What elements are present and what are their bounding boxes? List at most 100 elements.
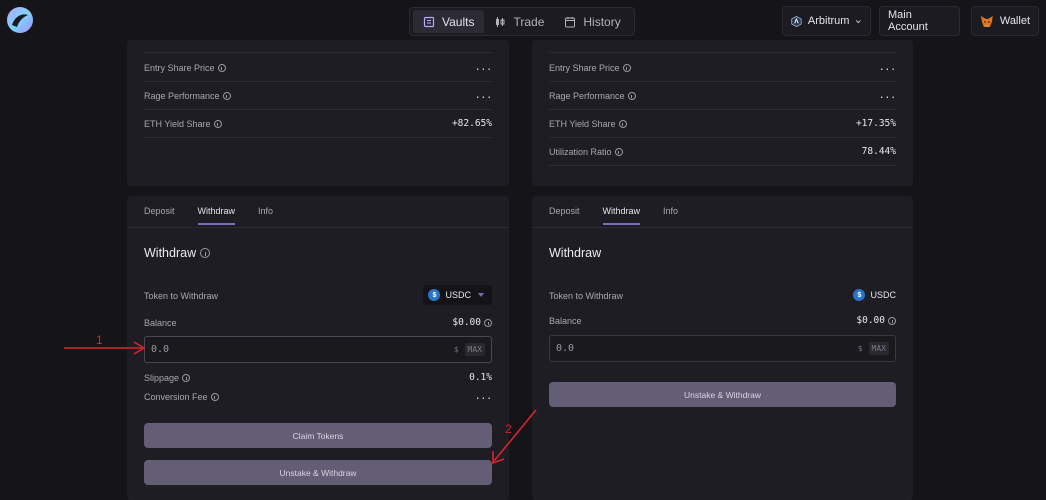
stat-label-text: ETH Yield Share <box>144 118 211 129</box>
balance-value: $0.00 <box>856 315 896 326</box>
nav-trade[interactable]: Trade <box>484 10 554 33</box>
tab-bar: Deposit Withdraw Info <box>144 196 273 226</box>
balance-label: Balance <box>144 318 177 328</box>
info-icon[interactable] <box>222 91 231 100</box>
stat-label: Rage Performance <box>549 91 636 101</box>
balance-amount: $0.00 <box>856 315 885 326</box>
stat-row: ETH Yield Share +17.35% <box>549 110 896 138</box>
withdraw-heading: Withdraw <box>549 246 602 260</box>
stat-label-text: Utilization Ratio <box>549 146 612 157</box>
unstake-withdraw-button[interactable]: Unstake & Withdraw <box>144 460 492 485</box>
stat-label-text: ETH Yield Share <box>549 118 616 129</box>
currency-symbol: $ <box>453 345 459 354</box>
info-icon[interactable] <box>217 63 226 72</box>
info-icon[interactable] <box>182 374 191 382</box>
stat-row: Rage Performance ... <box>144 82 492 110</box>
input-suffix: $ MAX <box>454 343 485 356</box>
info-icon[interactable] <box>622 63 631 72</box>
amount-placeholder: 0.0 <box>151 344 170 355</box>
stat-label-text: Rage Performance <box>549 90 625 101</box>
tab-divider <box>127 227 509 228</box>
right-withdraw-card: Deposit Withdraw Info Withdraw Token to … <box>532 196 913 500</box>
max-button[interactable]: MAX <box>868 342 889 355</box>
stat-label: Utilization Ratio <box>549 147 623 157</box>
stat-row: ETH Yield Share +82.65% <box>144 110 492 138</box>
token-label: Token to Withdraw <box>549 291 624 301</box>
token-name: USDC <box>870 290 896 300</box>
token-selector[interactable]: $ USDC <box>423 285 492 305</box>
stat-value: +82.65% <box>451 118 492 129</box>
stat-label-text: Entry Share Price <box>144 62 215 73</box>
stat-label: Rage Performance <box>144 91 231 101</box>
conversion-fee-value: ... <box>474 391 492 402</box>
stat-value: +17.35% <box>855 118 896 129</box>
wallet-label: Wallet <box>999 15 1030 27</box>
stat-label: Entry Share Price <box>549 63 631 73</box>
stat-row-hidden <box>144 24 492 53</box>
balance-value: $0.00 <box>452 317 492 328</box>
stat-row: Entry Share Price ... <box>549 54 896 82</box>
tab-divider <box>532 227 913 228</box>
left-vault-stats-card: Entry Share Price ... Rage Performance .… <box>127 40 509 186</box>
slippage-label-text: Slippage <box>144 373 180 383</box>
account-label: Main Account <box>888 9 928 33</box>
stat-label-text: Rage Performance <box>144 90 220 101</box>
info-icon[interactable] <box>484 318 492 327</box>
stat-row: Utilization Ratio 78.44% <box>549 138 896 166</box>
tab-deposit[interactable]: Deposit <box>549 196 580 226</box>
stat-value: ... <box>878 90 896 101</box>
tab-info[interactable]: Info <box>663 196 678 226</box>
annotation-arrow-2 <box>492 409 537 465</box>
info-icon[interactable] <box>618 119 627 128</box>
unstake-withdraw-button[interactable]: Unstake & Withdraw <box>549 382 896 407</box>
app-logo[interactable] <box>6 6 34 34</box>
info-icon[interactable] <box>888 316 896 325</box>
nav-trade-label: Trade <box>513 14 545 29</box>
left-withdraw-card: Deposit Withdraw Info Withdraw Token to … <box>127 196 509 500</box>
withdraw-amount-input[interactable]: 0.0 $ MAX <box>144 336 492 363</box>
tab-info[interactable]: Info <box>258 196 273 226</box>
stat-value: ... <box>474 90 492 101</box>
stat-row-hidden <box>549 24 896 53</box>
tab-withdraw[interactable]: Withdraw <box>197 196 235 226</box>
metamask-fox-icon <box>980 15 993 27</box>
stat-label: ETH Yield Share <box>144 119 222 129</box>
usdc-icon: $ <box>853 289 866 301</box>
tab-deposit[interactable]: Deposit <box>144 196 175 226</box>
stat-value: ... <box>474 62 492 73</box>
stat-value: 78.44% <box>861 146 896 157</box>
info-icon[interactable] <box>627 91 636 100</box>
balance-amount: $0.00 <box>452 317 481 328</box>
annotation-arrow-1 <box>64 341 146 355</box>
withdraw-amount-input[interactable]: 0.0 $ MAX <box>549 335 896 362</box>
info-icon[interactable] <box>210 393 219 401</box>
info-icon[interactable] <box>213 119 222 128</box>
tab-bar: Deposit Withdraw Info <box>549 196 678 226</box>
conversion-fee-label: Conversion Fee <box>144 392 219 402</box>
amount-placeholder: 0.0 <box>556 343 575 354</box>
info-icon[interactable] <box>200 248 211 258</box>
stat-value: ... <box>878 62 896 73</box>
claim-tokens-button[interactable]: Claim Tokens <box>144 423 492 448</box>
input-suffix: $ MAX <box>858 342 889 355</box>
stat-label-text: Entry Share Price <box>549 62 620 73</box>
wallet-button[interactable]: Wallet <box>971 6 1039 36</box>
stat-row: Rage Performance ... <box>549 82 896 110</box>
max-button[interactable]: MAX <box>464 343 485 356</box>
info-icon[interactable] <box>614 147 623 156</box>
fee-label-text: Conversion Fee <box>144 392 208 402</box>
token-name: USDC <box>445 290 471 300</box>
withdraw-heading: Withdraw <box>144 246 211 260</box>
right-vault-stats-card: Entry Share Price ... Rage Performance .… <box>532 40 913 186</box>
stat-label: ETH Yield Share <box>549 119 627 129</box>
usdc-icon: $ <box>428 289 441 301</box>
token-display: $ USDC <box>853 289 896 301</box>
currency-symbol: $ <box>857 344 863 353</box>
tab-withdraw[interactable]: Withdraw <box>602 196 640 226</box>
balance-label: Balance <box>549 316 582 326</box>
stat-row: Entry Share Price ... <box>144 54 492 82</box>
slippage-value: 0.1% <box>469 372 492 383</box>
token-label: Token to Withdraw <box>144 291 219 301</box>
candlestick-icon <box>496 16 505 27</box>
caret-down-icon <box>478 293 484 297</box>
